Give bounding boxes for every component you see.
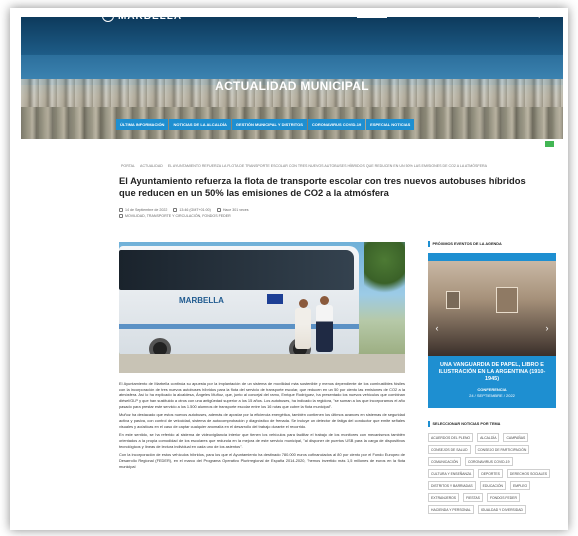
eu-flag-icon — [267, 294, 283, 304]
topic-tag[interactable]: CONSEJO DE PARTICIPACIÓN — [474, 445, 530, 454]
nav-item-webs[interactable]: WEBS — [469, 12, 483, 18]
article-paragraph: En este sentido, se ha referido al siste… — [119, 432, 405, 449]
bus-logo-text: MARBELLA — [179, 296, 224, 305]
breadcrumb-portal[interactable]: PORTAL — [121, 164, 135, 168]
breadcrumb-current: EL AYUNTAMIENTO REFUERZA LA FLOTA DE TRA… — [167, 164, 487, 168]
agenda-heading: PRÓXIMOS EVENTOS DE LA AGENDA — [428, 241, 558, 247]
heading-marker-icon — [428, 421, 430, 427]
tab-gestion-municipal[interactable]: GESTIÓN MUNICIPAL Y DISTRITOS — [231, 119, 307, 130]
topic-tag[interactable]: HACIENDA Y PERSONAL — [428, 505, 474, 514]
article-body: El Ayuntamiento de Marbella continúa su … — [119, 381, 405, 472]
article-title: El Ayuntamiento refuerza la flota de tra… — [119, 175, 526, 198]
article-meta: 14 de Septiembre de 2022 13:46 (GMT+01:0… — [119, 207, 249, 219]
tag-icon — [119, 214, 123, 219]
topic-tag[interactable]: DEPORTES — [478, 469, 503, 478]
topic-tag[interactable]: IGUALDAD Y DIVERSIDAD — [477, 505, 526, 514]
breadcrumb: PORTAL ACTUALIDAD EL AYUNTAMIENTO REFUER… — [121, 164, 487, 168]
topic-tag[interactable]: CULTURA Y ENSEÑANZA — [428, 469, 475, 478]
nav-item-ayuntamiento[interactable]: AYUNTAMIENTO — [424, 12, 459, 18]
print-icon[interactable] — [545, 141, 554, 147]
article-paragraph: El Ayuntamiento de Marbella continúa su … — [119, 381, 405, 409]
topic-tag[interactable]: DISTRITOS Y BARRIADAS — [428, 481, 476, 490]
photo-palm — [364, 242, 405, 302]
article-date: 14 de Septiembre de 2022 — [125, 208, 168, 212]
topics-heading: SELECCIONAR NOTICIAS POR TEMA — [428, 421, 558, 427]
clock-icon — [173, 208, 178, 213]
breadcrumb-actualidad[interactable]: ACTUALIDAD — [140, 164, 163, 168]
tab-ultima-informacion[interactable]: ÚLTIMA INFORMACIÓN — [116, 119, 169, 130]
eye-icon — [216, 208, 221, 213]
page-frame: AYUNTAMIENTO DE MARBELLA PORTAL ACTUALID… — [0, 0, 578, 536]
topic-tag[interactable]: EDUCACIÓN — [479, 481, 507, 490]
calendar-icon — [119, 208, 123, 213]
photo-road — [119, 354, 405, 373]
article-time: 13:46 (GMT+01:00) — [179, 208, 211, 212]
topic-tag[interactable]: DERECHOS SOCIALES — [506, 469, 551, 478]
agenda-caption: UNA VANGUARDIA DE PAPEL, LIBRO E ILUSTRA… — [428, 356, 556, 408]
bus-windows — [119, 250, 354, 290]
search-icon[interactable] — [531, 10, 538, 17]
painting — [446, 291, 460, 309]
topic-tags: ACUERDOS DEL PLENO ALCALDÍA CAMPAÑAS CON… — [428, 433, 556, 514]
article-photo: MARBELLA — [119, 242, 405, 373]
topic-tag[interactable]: EMPLEO — [510, 481, 531, 490]
photo-person — [295, 299, 311, 349]
topics-heading-text: SELECCIONAR NOTICIAS POR TEMA — [432, 422, 501, 426]
painting — [496, 287, 518, 313]
section-tabs: ÚLTIMA INFORMACIÓN NOTICIAS DE LA ALCALD… — [116, 119, 415, 130]
event-type: CONFERENCIA — [477, 386, 507, 392]
chevron-left-icon[interactable]: ‹ — [432, 323, 442, 333]
heading-marker-icon — [428, 241, 430, 247]
agenda-photo — [428, 261, 556, 356]
event-date: 24 / SEPTIEMBRE / 2022 — [469, 392, 515, 398]
article-views: Hace 301 veces — [222, 208, 249, 212]
agenda-card-bar — [428, 253, 556, 261]
nav-item-actualidad[interactable]: ACTUALIDAD — [357, 12, 387, 18]
site-logo[interactable]: AYUNTAMIENTO DE MARBELLA — [102, 8, 182, 22]
agenda-heading-text: PRÓXIMOS EVENTOS DE LA AGENDA — [432, 242, 502, 246]
topic-tag[interactable]: FONDOS FEDER — [486, 493, 520, 502]
topic-tag[interactable]: ACUERDOS DEL PLENO — [428, 433, 474, 442]
sidebar: PRÓXIMOS EVENTOS DE LA AGENDA ‹ › UNA VA… — [428, 241, 558, 514]
nav-item-agenda[interactable]: AGENDA — [396, 12, 416, 18]
topic-tag[interactable]: CAMPAÑAS — [503, 433, 529, 442]
page-title: ACTUALIDAD MUNICIPAL — [215, 79, 369, 93]
chevron-right-icon[interactable]: › — [542, 323, 552, 333]
topic-tag[interactable]: ALCALDÍA — [477, 433, 500, 442]
photo-person — [316, 296, 333, 352]
agenda-card[interactable]: ‹ › UNA VANGUARDIA DE PAPEL, LIBRO E ILU… — [428, 253, 556, 408]
crest-icon — [102, 8, 114, 22]
top-navigation: PORTAL ACTUALIDAD AGENDA AYUNTAMIENTO WE… — [330, 12, 537, 18]
tab-noticias-alcaldia[interactable]: NOTICIAS DE LA ALCALDÍA — [169, 119, 231, 130]
article-paragraph: Con la incorporación de estos vehículos … — [119, 452, 405, 469]
topic-tag[interactable]: COMUNICACIÓN — [428, 457, 461, 466]
topic-tag[interactable]: CONSEJOS DE SALUD — [428, 445, 471, 454]
topic-tag[interactable]: FIESTAS — [463, 493, 483, 502]
nav-item-portal[interactable]: PORTAL — [330, 12, 348, 18]
article-paragraph: Muñoz ha destacado que estos nuevos auto… — [119, 412, 405, 429]
tab-especial-noticias[interactable]: ESPECIAL NOTICIAS — [366, 119, 415, 130]
article-categories[interactable]: MOVILIDAD, TRANSPORTE Y CIRCULACIÓN, FON… — [125, 214, 231, 218]
event-title[interactable]: UNA VANGUARDIA DE PAPEL, LIBRO E ILUSTRA… — [434, 362, 550, 383]
topic-tag[interactable]: EXTRANJEROS — [428, 493, 460, 502]
logo-big-text: MARBELLA — [118, 11, 183, 22]
topic-tag[interactable]: CORONAVIRUS COVID-19 — [464, 457, 513, 466]
tab-coronavirus[interactable]: CORONAVIRUS COVID-19 — [307, 119, 366, 130]
